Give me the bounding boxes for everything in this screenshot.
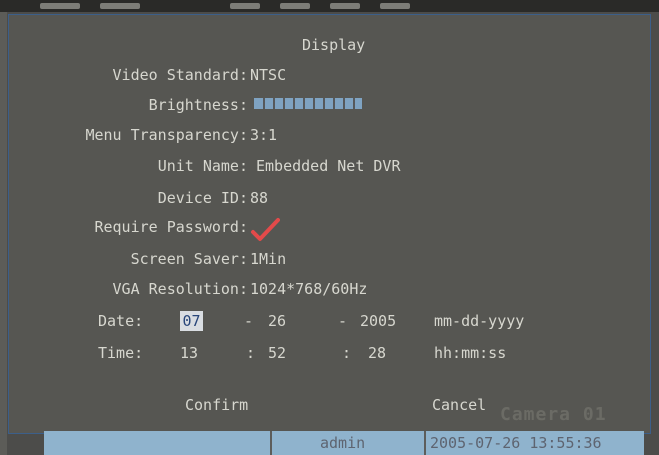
video-standard-label: Video Standard: [112,66,248,84]
brightness-slider[interactable] [254,98,362,109]
status-bar: admin 2005-07-26 13:55:36 [44,431,644,455]
date-day-field[interactable]: 26 [268,312,286,330]
time-second-field[interactable]: 28 [368,344,386,362]
time-format-hint: hh:mm:ss [434,344,507,362]
checkmark-icon[interactable] [250,216,280,242]
unit-name-label: Unit Name: [157,157,248,175]
vga-resolution-label: VGA Resolution: [112,280,248,298]
status-user: admin [320,434,366,452]
brightness-label: Brightness: [148,96,248,114]
status-divider [424,431,426,455]
camera-overlay-label: Camera 01 [500,404,607,425]
menu-transparency-label: Menu Transparency: [85,126,248,144]
date-label: Date: [98,312,144,330]
status-divider [270,431,272,455]
time-separator-2: : [342,344,352,362]
labels-column: Video Standard: Brightness: Menu Transpa… [0,0,248,455]
dialog-title: Display [302,36,366,54]
date-format-hint: mm-dd-yyyy [434,312,525,330]
time-label: Time: [98,344,144,362]
time-hour-field[interactable]: 13 [180,344,198,362]
video-standard-value[interactable]: NTSC [250,66,286,84]
menu-transparency-value[interactable]: 3:1 [250,126,277,144]
cancel-button[interactable]: Cancel [432,396,486,414]
date-year-field[interactable]: 2005 [360,312,396,330]
dvr-screen: Display Video Standard: Brightness: Menu… [0,0,659,455]
status-datetime: 2005-07-26 13:55:36 [430,434,602,452]
time-separator-1: : [246,344,256,362]
date-separator-1: - [244,312,254,330]
device-id-value[interactable]: 88 [250,189,268,207]
device-id-label: Device ID: [157,189,248,207]
time-minute-field[interactable]: 52 [268,344,286,362]
vga-resolution-value[interactable]: 1024*768/60Hz [250,280,367,298]
unit-name-value[interactable]: Embedded Net DVR [256,157,401,175]
date-separator-2: - [338,312,348,330]
date-month-field[interactable]: 07 [180,311,203,331]
require-password-label: Require Password: [94,218,248,236]
screen-saver-label: Screen Saver: [130,250,248,268]
screen-saver-value[interactable]: 1Min [250,250,286,268]
confirm-button[interactable]: Confirm [185,396,248,414]
